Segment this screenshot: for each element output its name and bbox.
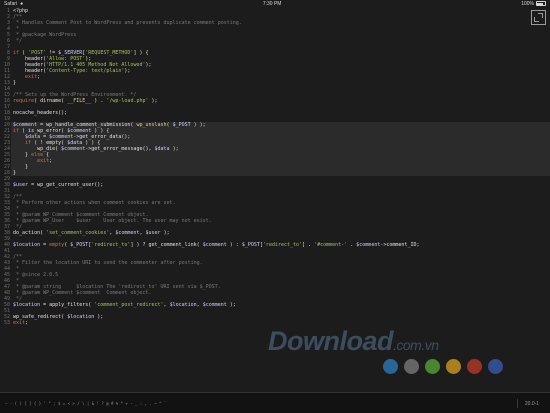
line-number-gutter: 1 2 3 4 5 6 7 8 9 10 11 12 13 14 15 16 17 18 19 20 21 22 23 24 2… — [0, 8, 10, 326]
code-token: wp_unslash — [136, 122, 167, 128]
code-token: = wp_get_current_user(); — [28, 182, 104, 188]
code-token: } — [13, 170, 17, 176]
code-token: ); — [94, 314, 104, 320]
bottom-bar: — · ( ) [ ] { } ' " ; $ = < > / \ | & ! … — [0, 392, 550, 413]
fullscreen-toggle-icon[interactable] — [531, 10, 546, 25]
code-token: ) : — [226, 242, 242, 248]
code-token: exit — [13, 74, 38, 80]
code-token: 'Content-Type: text/plain' — [46, 68, 125, 74]
code-token: 'comment_post_redirect' — [94, 302, 164, 308]
code-token: $comment — [202, 242, 227, 248]
code-token: 'set_comment_cookies' — [46, 230, 110, 236]
code-token: ] . — [302, 242, 315, 248]
code-token: ); — [160, 230, 170, 236]
code-token: . — [347, 242, 357, 248]
code-token: nocache_headers(); — [13, 110, 68, 116]
watermark-dot — [446, 359, 461, 374]
code-token: $user — [145, 230, 161, 236]
code-token: * @since 2.0.5 — [13, 272, 59, 278]
code-token: = apply_filters( — [40, 302, 95, 308]
carrier-label: Safari — [4, 0, 18, 7]
code-token: * @param WP_User $user User object. The … — [13, 218, 212, 224]
battery-icon — [535, 1, 546, 6]
code-token: = — [40, 242, 50, 248]
code-token: 'REQUEST_METHOD' — [85, 50, 134, 56]
battery-percent: 100% — [521, 0, 534, 7]
code-token: } — [13, 80, 17, 86]
code-token: ); — [148, 98, 158, 104]
watermark-dot — [488, 359, 503, 374]
watermark-dots — [383, 359, 503, 374]
code-token: 'redirect_to' — [91, 242, 131, 248]
code-token: require — [13, 98, 35, 104]
watermark-dot — [425, 359, 440, 374]
code-token: ; — [37, 74, 41, 80]
code-token: __FILE__ — [67, 98, 92, 104]
code-token: ); — [145, 62, 152, 68]
status-bar: Safari ● 7:30 PM 100% — [0, 0, 550, 7]
code-token: '#comment-' — [314, 242, 348, 248]
code-token: empty — [49, 242, 65, 248]
wifi-icon: ● — [20, 0, 24, 7]
watermark-dot — [383, 359, 398, 374]
code-line[interactable]: $location = empty( $_POST['redirect_to']… — [13, 242, 420, 248]
extra-keys-row[interactable]: — · ( ) [ ] { } ' " ; $ = < > / \ | & ! … — [5, 401, 166, 406]
code-token: * Perform other actions when comment coo… — [13, 200, 176, 206]
watermark-dot — [467, 359, 482, 374]
code-token: ); — [124, 68, 131, 74]
code-token: $comment — [356, 242, 381, 248]
code-token: $_POST — [70, 242, 89, 248]
code-token: $comment — [61, 146, 86, 152]
code-token: * Handles Comment Post to WordPress and … — [13, 20, 242, 26]
code-token: ->get_error_message(), — [85, 146, 155, 152]
code-token: $location — [13, 242, 41, 248]
code-token: ); — [226, 302, 236, 308]
code-token: $_POST — [241, 242, 260, 248]
code-token: $comment — [202, 302, 227, 308]
version-label: 20.0-1 — [517, 399, 546, 408]
line-number: 53 — [3, 320, 10, 326]
watermark: Download.com.vn — [268, 326, 439, 356]
code-token: ; — [25, 320, 29, 326]
code-token: * Filter the location URI to send the co… — [13, 260, 203, 266]
code-token: ] ) { — [133, 50, 149, 56]
code-token: ) ); — [190, 122, 206, 128]
code-token: * @param WP_Comment $comment Comment obj… — [13, 290, 152, 296]
code-token: $data — [154, 146, 170, 152]
code-token: $user — [13, 182, 29, 188]
code-token: ) . — [91, 98, 107, 104]
code-token: $location — [169, 302, 197, 308]
code-token: ] ) ? get_comment_link( — [130, 242, 203, 248]
code-token: $location — [13, 302, 41, 308]
code-token: */ — [13, 38, 23, 44]
code-token: $comment — [115, 230, 140, 236]
code-token: $_POST — [172, 122, 191, 128]
code-token: exit — [13, 320, 26, 326]
clock: 7:30 PM — [262, 0, 282, 7]
code-token: $location — [67, 314, 95, 320]
code-token: ( dirname( — [34, 98, 68, 104]
code-token: 'redirect_to' — [262, 242, 303, 248]
code-token: ); — [169, 146, 179, 152]
code-token: * @package WordPress — [13, 32, 77, 38]
code-token: do_action( — [13, 230, 47, 236]
code-token: ->comment_ID; — [380, 242, 420, 248]
code-area[interactable]: <?php/** * Handles Comment Post to WordP… — [13, 8, 420, 326]
code-token: ; — [49, 158, 53, 164]
watermark-dot — [404, 359, 419, 374]
code-token: '/wp-load.php' — [106, 98, 149, 104]
